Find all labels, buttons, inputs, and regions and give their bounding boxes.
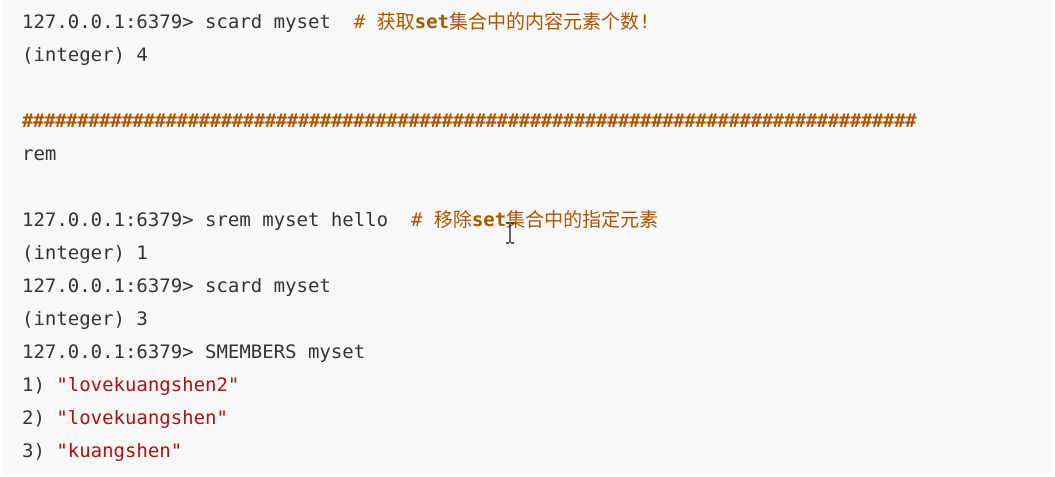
code-line: rem [22,138,1052,171]
code-token: 127.0.0.1:6379> scard myset [22,11,354,33]
text-cursor-icon [506,222,514,244]
code-token: (integer) 3 [22,308,148,330]
code-token: set [414,11,449,33]
code-token: 2) [22,407,57,429]
code-token: 3) [22,440,57,462]
code-token: (integer) 1 [22,242,148,264]
code-token: rem [22,143,57,165]
code-token: 127.0.0.1:6379> scard myset [22,275,331,297]
code-token: "lovekuangshen2" [56,374,240,396]
code-token: # 移除 [410,209,472,231]
code-line: 3) "kuangshen" [22,435,1052,468]
code-line: ########################################… [22,105,1052,138]
code-line: 127.0.0.1:6379> SMEMBERS myset [22,336,1052,369]
code-line: 127.0.0.1:6379> scard myset # 获取set集合中的内… [22,6,1052,39]
code-token: 127.0.0.1:6379> srem myset hello [22,209,411,231]
code-line: 127.0.0.1:6379> scard myset [22,270,1052,303]
code-token: 127.0.0.1:6379> SMEMBERS myset [22,341,366,363]
code-line: 2) "lovekuangshen" [22,402,1052,435]
code-token: set [471,209,507,231]
code-token: "kuangshen" [56,440,183,462]
code-token: 集合中的指定元素 [506,209,659,231]
code-line: (integer) 4 [22,39,1052,72]
code-token: # 获取 [353,11,415,33]
code-line: 1) "lovekuangshen2" [22,369,1052,402]
code-token: 集合中的内容元素个数! [448,11,651,33]
code-token: (integer) 4 [22,44,148,66]
code-token: "lovekuangshen" [56,407,228,429]
code-line: (integer) 1 [22,237,1052,270]
code-line: (integer) 3 [22,303,1052,336]
code-token: ########################################… [22,110,917,132]
code-block: 127.0.0.1:6379> scard myset # 获取set集合中的内… [3,0,1052,474]
code-token: 1) [22,374,57,396]
code-line: 127.0.0.1:6379> srem myset hello # 移除set… [22,204,1052,237]
